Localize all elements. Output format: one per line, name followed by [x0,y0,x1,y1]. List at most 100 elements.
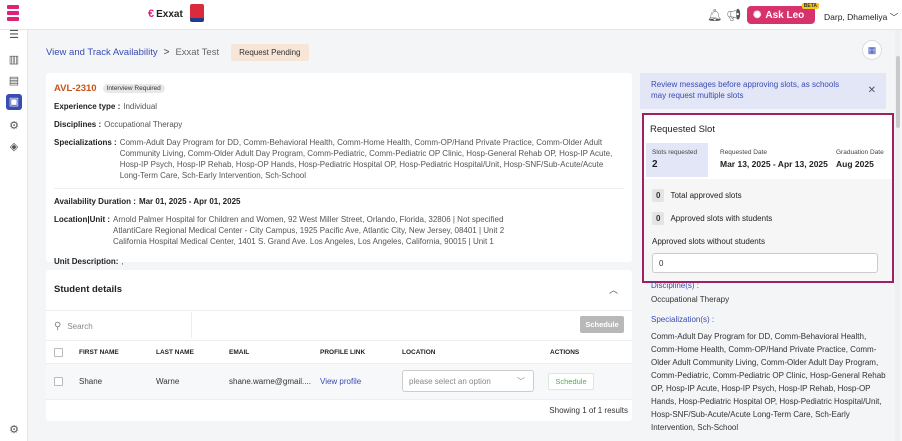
requested-date-label: Requested Date [720,149,767,156]
column-header: PROFILE LINK [320,349,366,356]
location-select[interactable]: please select an option ﹀ [402,370,534,392]
chevron-down-icon: ﹀ [889,12,899,22]
total-approved-count: 0 [652,189,665,202]
status-badge: Request Pending [231,44,309,61]
exxat-mark-icon: € [148,8,155,20]
network-icon[interactable]: ⚙ [6,118,22,134]
column-header: LAST NAME [156,349,194,356]
ask-leo-button[interactable]: ✺ Ask Leo BETA [747,3,819,24]
document-icon[interactable]: ▤ [6,73,22,89]
specialization-line: Older Adult Community Living, Comm-Older… [651,358,879,367]
left-sidebar: ☰ ▥ ▤ ▣ ⚙ ◈ ⚙ [0,27,28,441]
graduation-date-label: Graduation Date [836,149,884,156]
graduation-date: Graduation Date Aug 2025 [830,143,890,177]
disciplines-value: Occupational Therapy [104,120,183,129]
chevron-up-icon[interactable]: ︿ [609,283,618,296]
scrollbar-thumb[interactable] [896,56,900,128]
table-header: FIRST NAME LAST NAME EMAIL PROFILE LINK … [46,340,632,364]
slots-requested: Slots requested 2 [646,143,708,177]
select-all-checkbox[interactable] [54,348,63,357]
interview-tag: Interview Required [102,84,165,93]
results-count: Showing 1 of 1 results [549,406,628,415]
top-bar: € Exxat 🔔︎ 📢︎ ✺ Ask Leo BETA Darp, Dhamel… [0,0,902,30]
unit-description-value: , [121,257,124,266]
unit-description-label: Unit Description: [54,257,119,266]
breadcrumb-link[interactable]: View and Track Availability [46,47,158,58]
row-schedule-button[interactable]: Schedule [548,373,594,390]
bell-icon[interactable]: 🔔︎ [707,8,722,22]
availability-info-card: AVL-2310 Interview Required Experience t… [46,73,632,266]
specialization-line: OP, Hosp-IP Acute, Hosp-IP Psych, Hosp-I… [651,384,871,393]
beta-badge: BETA [801,3,819,9]
total-approved-label: Total approved slots [670,191,742,200]
requested-slot-title: Requested Slot [650,124,715,135]
slots-requested-value: 2 [652,159,658,170]
column-header: EMAIL [229,349,250,356]
location-select-value: please select an option [409,377,491,386]
discipline-heading: Discipline(s) : [651,281,700,290]
brand-name: Exxat [156,8,183,20]
calendar-icon[interactable]: ▦ [862,40,882,60]
breadcrumb: View and Track Availability > Exxat Test… [46,44,309,61]
requested-slot-panel: Requested Slot Slots requested 2 Request… [642,113,894,283]
menu-icon[interactable]: ☰ [6,27,22,43]
location-item: California Hospital Medical Center, 1401… [113,237,494,246]
disciplines-label: Disciplines : [54,120,102,129]
experience-label: Experience type : [54,102,121,111]
settings-icon[interactable]: ⚙ [6,422,22,438]
megaphone-icon[interactable]: 📢︎ [726,8,741,22]
ask-leo-label: Ask Leo [765,9,805,21]
graduation-date-value: Aug 2025 [836,159,874,169]
app-logo-icon[interactable] [7,5,19,23]
chevron-right-icon: > [163,47,170,58]
specialization-list: Comm-Adult Day Program for DD, Comm-Beha… [651,330,887,434]
school-badge-icon [190,4,204,22]
column-header: LOCATION [402,349,436,356]
search-box[interactable]: ⚲ Search [54,318,194,334]
schedule-button[interactable]: Schedule [580,316,624,333]
specializations-label: Specializations : [54,138,117,147]
specialization-line: Intervention, Sch-School [651,423,739,432]
location-label: Location|Unit : [54,215,111,224]
approved-with-students-label: Approved slots with students [670,214,773,223]
location-item: Arnold Palmer Hospital for Children and … [113,215,504,224]
approved-with-students-count: 0 [652,212,665,225]
search-input[interactable]: Search [67,322,92,331]
first-name-cell: Shane [79,377,103,386]
requested-date-value: Mar 13, 2025 - Apr 13, 2025 [720,159,828,169]
specialization-line: Hands, Hosp-Pediatric Hospital OP, Hosp-… [651,397,882,406]
specialization-heading: Specialization(s) : [651,315,715,324]
brand-logo: € Exxat [148,8,183,20]
user-menu[interactable]: Darp, Dhameliya ﹀ [824,11,898,23]
close-icon[interactable]: ✕ [868,85,876,96]
chart-icon[interactable]: ▥ [6,52,22,68]
graduation-icon[interactable]: ◈ [6,139,22,155]
duration-label: Availability Duration : [54,197,136,206]
approved-without-students-label: Approved slots without students [652,237,765,246]
column-header: FIRST NAME [79,349,119,356]
slots-icon[interactable]: ▣ [6,94,22,110]
table-row: Shane Warne shane.warne@gmail.... View p… [46,364,632,400]
specialization-line: Hosp-SNF/Sub-Acute/Acute Long-Term Care,… [651,410,850,419]
specializations-value: Comm-Adult Day Program for DD, Comm-Beha… [119,138,613,180]
view-profile-link[interactable]: View profile [320,377,361,386]
approved-without-students-input[interactable]: 0 [652,253,878,273]
search-icon: ⚲ [54,320,62,332]
experience-value: Individual [123,102,158,111]
specialization-line: Comm-Adult Day Program for DD, Comm-Beha… [651,332,867,341]
location-item: AtlantiCare Regional Medical Center - Ci… [113,226,505,235]
sparkle-icon: ✺ [753,9,762,21]
notice-banner: Review messages before approving slots, … [640,73,886,109]
specialization-line: Comm-Home Health, Comm-OP/Hand Private P… [651,345,877,354]
row-checkbox[interactable] [54,377,63,386]
notice-text: Review messages before approving slots, … [651,80,840,100]
email-cell: shane.warne@gmail.... [229,377,311,386]
breadcrumb-current: Exxat Test [175,47,220,58]
location-list: Arnold Palmer Hospital for Children and … [113,214,504,247]
chevron-down-icon: ﹀ [517,377,525,386]
slots-requested-label: Slots requested [652,149,698,156]
duration-value: Mar 01, 2025 - Apr 01, 2025 [138,197,241,206]
specialization-line: Comm-Pediatric, Comm-Pediatric OP Clinic… [651,371,886,380]
student-details-title: Student details [54,284,123,295]
discipline-value: Occupational Therapy [651,295,730,304]
